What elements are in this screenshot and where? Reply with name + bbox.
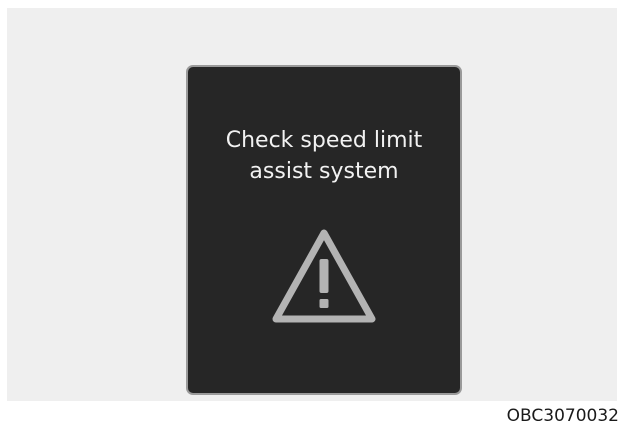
warning-message-line-2: assist system	[249, 159, 399, 184]
warning-triangle-icon	[272, 229, 376, 323]
cluster-warning-display: Check speed limit assist system	[186, 65, 462, 395]
figure-background: Check speed limit assist system	[7, 8, 617, 401]
warning-message: Check speed limit assist system	[188, 125, 460, 187]
warning-message-line-1: Check speed limit	[225, 128, 423, 153]
figure-code: OBC3070032	[506, 406, 619, 426]
